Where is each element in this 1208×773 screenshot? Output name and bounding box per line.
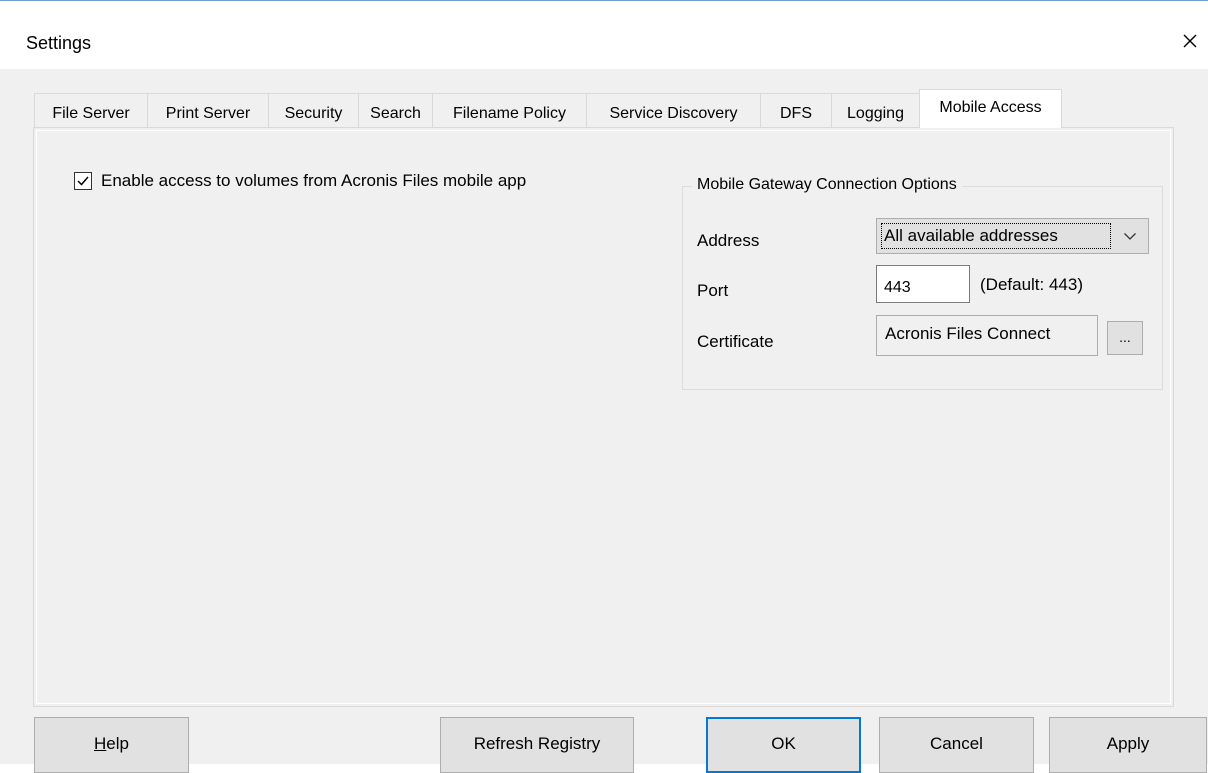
tab-filename-policy[interactable]: Filename Policy bbox=[432, 93, 587, 127]
apply-button[interactable]: Apply bbox=[1049, 717, 1207, 773]
settings-window: Settings File Server Print Server Securi… bbox=[0, 0, 1208, 773]
window-title: Settings bbox=[26, 33, 92, 53]
title-bar: Settings bbox=[0, 1, 1208, 69]
cancel-button[interactable]: Cancel bbox=[879, 717, 1034, 773]
tab-dfs[interactable]: DFS bbox=[760, 93, 832, 127]
close-icon[interactable] bbox=[1178, 29, 1202, 53]
chevron-down-icon bbox=[1123, 229, 1137, 243]
tab-file-server[interactable]: File Server bbox=[34, 93, 148, 127]
tab-mobile-access[interactable]: Mobile Access bbox=[919, 89, 1062, 128]
help-button[interactable]: Help bbox=[34, 717, 189, 773]
tab-logging[interactable]: Logging bbox=[831, 93, 920, 127]
ok-button[interactable]: OK bbox=[706, 717, 861, 773]
tab-service-discovery[interactable]: Service Discovery bbox=[586, 93, 761, 127]
certificate-browse-button[interactable]: ... bbox=[1107, 321, 1143, 355]
checkbox-box[interactable] bbox=[74, 172, 92, 190]
help-label-rest: elp bbox=[106, 734, 129, 753]
checkmark-icon bbox=[77, 176, 89, 186]
enable-mobile-access-label: Enable access to volumes from Acronis Fi… bbox=[101, 171, 527, 190]
port-default-hint: (Default: 443) bbox=[980, 275, 1083, 294]
tab-security[interactable]: Security bbox=[268, 93, 359, 127]
address-dropdown[interactable]: All available addresses bbox=[876, 218, 1149, 254]
tab-search[interactable]: Search bbox=[358, 93, 433, 127]
certificate-field: Acronis Files Connect bbox=[876, 315, 1098, 356]
address-label: Address bbox=[697, 231, 760, 250]
tab-print-server[interactable]: Print Server bbox=[147, 93, 269, 127]
address-selected-value: All available addresses bbox=[881, 223, 1111, 249]
refresh-registry-button[interactable]: Refresh Registry bbox=[440, 717, 634, 773]
port-label: Port bbox=[697, 281, 729, 300]
help-mnemonic: H bbox=[94, 734, 107, 753]
mobile-gateway-group-title: Mobile Gateway Connection Options bbox=[692, 176, 962, 194]
port-input[interactable] bbox=[876, 265, 970, 303]
certificate-label: Certificate bbox=[697, 332, 774, 351]
